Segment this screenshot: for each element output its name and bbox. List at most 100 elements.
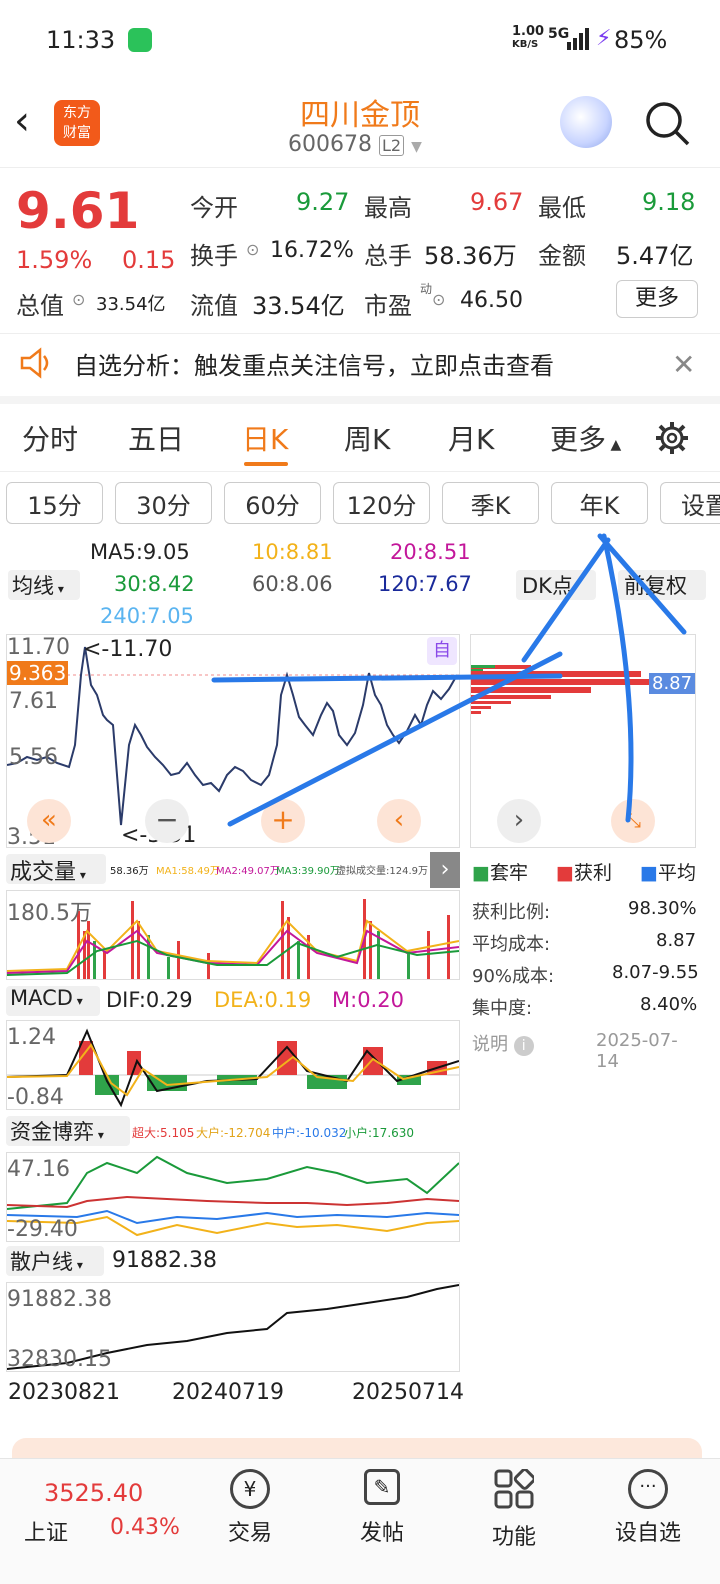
tab-30min[interactable]: 30分 <box>115 482 212 524</box>
profit-ratio-value: 98.30% <box>628 898 697 919</box>
tab-settings[interactable]: 设置 <box>660 482 720 524</box>
close-icon[interactable]: ✕ <box>672 348 695 381</box>
ma10-value: 10:8.81 <box>252 540 333 564</box>
tab-season-k[interactable]: 季K <box>442 482 539 524</box>
more-button[interactable]: 更多 <box>616 280 698 318</box>
concentration-label: 集中度: <box>472 998 533 1019</box>
info-icon[interactable]: ⊙ <box>246 240 259 259</box>
macd-select[interactable]: MACD ▾ <box>6 986 100 1016</box>
kline-chart[interactable]: 11.70 <-11.70 9.363 7.61 5.56 3.51 <-3.5… <box>6 634 460 850</box>
tab-60min[interactable]: 60分 <box>224 482 321 524</box>
self-select-badge[interactable]: 自 <box>427 637 457 665</box>
explain-link[interactable]: 说明 i <box>472 1030 534 1056</box>
status-bar: 11:33 1.00 KB/S 5G ⚡ 85% <box>0 0 720 80</box>
dk-point-select[interactable]: DK点 <box>516 570 596 600</box>
stock-name: 四川金顶 <box>300 98 420 133</box>
nav-trade[interactable]: ¥ 交易 <box>210 1469 290 1569</box>
nav-function[interactable]: 功能 <box>474 1468 554 1569</box>
tab-weekly-k[interactable]: 周K <box>344 418 390 458</box>
volume-virtual: 虚拟成交量:124.9万 <box>336 866 428 877</box>
trade-icon: ¥ <box>230 1469 270 1509</box>
retail-header: 散户线 ▾ 91882.38 <box>6 1244 460 1280</box>
fund-mid: 中户:-10.032 <box>272 1126 347 1140</box>
volume-ma2: MA2:49.07万 <box>216 866 280 877</box>
tab-five-day[interactable]: 五日 <box>128 418 184 458</box>
nav-add-favorite[interactable]: ··· 设自选 <box>606 1469 690 1569</box>
period-tabs: 分时 五日 日K 周K 月K 更多 ▲ <box>0 404 720 472</box>
index-ticker[interactable]: 3525.40 上证 0.43% <box>0 1459 190 1584</box>
tab-more[interactable]: 更多 ▲ <box>550 418 621 458</box>
volume-select[interactable]: 成交量 ▾ <box>6 854 106 885</box>
stock-code-row[interactable]: 600678 L2 ▼ <box>288 132 422 157</box>
retail-value: 91882.38 <box>112 1248 217 1273</box>
low-value: 9.18 <box>642 188 696 216</box>
current-price-tag: 9.363 <box>7 661 69 685</box>
gear-icon[interactable] <box>654 420 690 460</box>
retail-select[interactable]: 散户线 ▾ <box>6 1246 104 1276</box>
concentration-value: 8.40% <box>640 994 698 1015</box>
zoom-out-icon[interactable]: − <box>145 799 189 843</box>
legend-trapped: ■套牢 <box>472 862 528 884</box>
mktcap-value: 33.54亿 <box>96 294 166 315</box>
date-start: 20230821 <box>8 1380 120 1405</box>
tab-120min[interactable]: 120分 <box>333 482 430 524</box>
scroll-left-icon[interactable]: ‹ <box>377 799 421 843</box>
chip-chart[interactable]: 8.87 › ⤡ <box>470 634 696 848</box>
y-max-label: 11.70 <box>7 635 70 660</box>
cost90-value: 8.07-9.55 <box>612 962 699 983</box>
fund-small: 小户:17.630 <box>344 1126 415 1140</box>
nav-post[interactable]: ✎ 发帖 <box>342 1469 422 1569</box>
grid-icon <box>494 1468 536 1509</box>
macd-ymax: 1.24 <box>7 1025 56 1050</box>
pe-info-icon[interactable]: ⊙ <box>432 290 445 309</box>
eastmoney-logo[interactable]: 东方 财富 <box>54 100 100 146</box>
index-name: 上证 <box>24 1521 69 1546</box>
status-time: 11:33 <box>46 26 116 54</box>
change-value: 0.15 <box>122 246 176 274</box>
notice-text: 自选分析：触发重点关注信号，立即点击查看 <box>74 352 554 380</box>
retail-chart[interactable]: 91882.38 32830.15 <box>6 1282 460 1372</box>
expand-right-icon[interactable]: › <box>430 852 460 888</box>
robot-assistant-icon[interactable] <box>560 96 612 148</box>
stock-code: 600678 <box>288 132 372 157</box>
pe-dynamic-mark: 动 <box>420 282 433 296</box>
ma20-value: 20:8.51 <box>390 540 471 564</box>
turnover-value: 16.72% <box>270 238 354 263</box>
low-label: 最低 <box>538 194 586 222</box>
scroll-left-fast-icon[interactable]: « <box>27 799 71 843</box>
chip-date: 2025-07-14 <box>596 1030 678 1072</box>
fund-ymax: 47.16 <box>7 1157 70 1182</box>
ma-legend: MA5:9.05 10:8.81 20:8.51 均线 ▾ 30:8.42 60… <box>0 536 720 632</box>
ma60-value: 60:8.06 <box>252 572 333 596</box>
tab-monthly-k[interactable]: 月K <box>448 418 494 458</box>
y-label-1: 7.61 <box>9 689 58 714</box>
volume-info: 58.36万 <box>110 866 149 877</box>
date-axis: 20230821 20240719 20250714 <box>6 1376 464 1424</box>
fund-select[interactable]: 资金博弈 ▾ <box>6 1116 130 1146</box>
tab-intraday[interactable]: 分时 <box>22 418 78 458</box>
back-icon[interactable]: ‹ <box>14 98 30 144</box>
tab-year-k[interactable]: 年K <box>551 482 648 524</box>
current-price: 9.61 <box>16 182 140 240</box>
volume-ma1: MA1:58.49万 <box>156 866 220 877</box>
macd-chart[interactable]: 1.24 -0.84 <box>6 1020 460 1110</box>
mktcap-info-icon[interactable]: ⊙ <box>72 290 85 309</box>
adjust-select[interactable]: 前复权 <box>618 570 706 600</box>
analysis-notice[interactable]: 自选分析：触发重点关注信号，立即点击查看 ✕ <box>0 334 720 404</box>
volume-value: 58.36万 <box>424 242 517 270</box>
expand-icon[interactable]: ⤡ <box>611 799 655 843</box>
change-pct: 1.59% <box>16 246 93 274</box>
fund-chart[interactable]: 47.16 -29.40 <box>6 1152 460 1242</box>
tab-15min[interactable]: 15分 <box>6 482 103 524</box>
tab-indicator <box>244 462 288 466</box>
tab-daily-k[interactable]: 日K <box>242 418 288 458</box>
date-end: 20250714 <box>352 1380 464 1405</box>
ma5-value: MA5:9.05 <box>90 540 190 564</box>
ma-mode-select[interactable]: 均线 ▾ <box>8 570 80 600</box>
chevron-right-icon[interactable]: › <box>497 799 541 843</box>
float-label: 流值 <box>190 292 238 320</box>
zoom-in-icon[interactable]: + <box>261 799 305 843</box>
search-icon[interactable] <box>644 100 692 152</box>
turnover-label: 换手 <box>190 242 238 270</box>
volume-chart[interactable]: 180.5万 <box>6 890 460 980</box>
